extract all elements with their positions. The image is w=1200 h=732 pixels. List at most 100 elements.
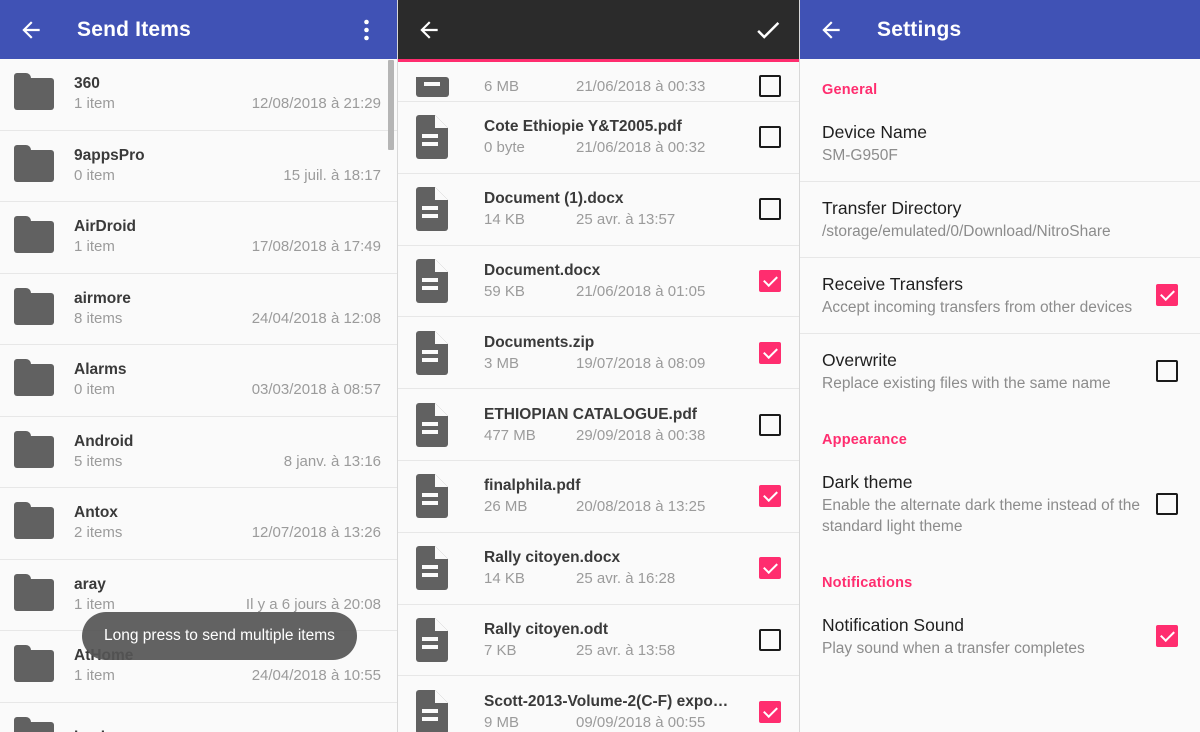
- settings-toggle-checkbox[interactable]: [1156, 360, 1178, 382]
- file-row-meta: 26 MB 20/08/2018 à 13:25: [484, 496, 751, 517]
- file-name: Rally citoyen.docx: [484, 549, 621, 567]
- settings-section-header: Appearance: [822, 432, 908, 448]
- file-select-checkbox[interactable]: [759, 126, 781, 149]
- file-row-body: Rally citoyen.odt 7 KB 25 avr. à 13:58: [484, 619, 759, 661]
- document-icon: [414, 258, 484, 303]
- folder-row-meta: 1 item 17/08/2018 à 17:49: [74, 237, 381, 257]
- file-name: Cote Ethiopie Y&T2005.pdf: [484, 118, 682, 136]
- settings-toggle-checkbox[interactable]: [1156, 492, 1178, 515]
- file-select-checkbox[interactable]: [759, 700, 781, 723]
- file-modified-date: 21/06/2018 à 00:32: [576, 139, 706, 157]
- file-row-body: Document.docx 59 KB 21/06/2018 à 01:05: [484, 260, 759, 302]
- settings-checkbox-wrap: [1156, 284, 1178, 306]
- file-row[interactable]: Document.docx 59 KB 21/06/2018 à 01:05: [398, 245, 799, 318]
- folder-row[interactable]: Alarms 0 item 03/03/2018 à 08:57: [0, 345, 397, 417]
- file-row[interactable]: Rally citoyen.docx 14 KB 25 avr. à 16:28: [398, 532, 799, 605]
- file-name: Document.docx: [484, 261, 601, 279]
- settings-list[interactable]: General Device Name SM-G950F Transfer Direc…: [800, 59, 1200, 732]
- folder-row-body: 360 1 item 12/08/2018 à 21:29: [74, 74, 381, 114]
- folder-item-count: 5 items: [74, 452, 123, 470]
- file-size: 9 MB: [484, 713, 520, 731]
- settings-row-title: Dark theme: [822, 472, 913, 492]
- folder-row[interactable]: backups: [0, 702, 397, 732]
- folder-item-count: 0 item: [74, 381, 115, 399]
- file-size: 14 KB: [484, 570, 525, 588]
- folder-row-meta: 1 item 24/04/2018 à 10:55: [74, 666, 381, 686]
- file-row[interactable]: Rally citoyen.odt 7 KB 25 avr. à 13:58: [398, 604, 799, 677]
- file-select-checkbox[interactable]: [759, 485, 781, 508]
- settings-row[interactable]: Notification Sound Play sound when a tran…: [800, 599, 1200, 674]
- file-row-meta: 477 MB 29/09/2018 à 00:38: [484, 425, 751, 446]
- settings-row[interactable]: Transfer Directory/storage/emulated/0/Do…: [800, 182, 1200, 258]
- file-row-meta: 14 KB 25 avr. à 16:28: [484, 568, 751, 589]
- settings-toggle-checkbox[interactable]: [1156, 284, 1178, 306]
- file-row[interactable]: ETHIOPIAN CATALOGUE.pdf 477 MB 29/09/2018 …: [398, 389, 799, 461]
- folder-row[interactable]: airmore 8 items 24/04/2018 à 12:08: [0, 273, 397, 345]
- settings-row[interactable]: Overwrite Replace existing files with the…: [800, 334, 1200, 409]
- file-list[interactable]: 6 MB 21/06/2018 à 00:33 Cote Ethiopie Y&T2…: [398, 62, 799, 732]
- file-select-checkbox[interactable]: [759, 413, 781, 436]
- settings-row-subtitle: SM-G950F: [822, 147, 898, 164]
- folder-modified-date: 24/04/2018 à 10:55: [251, 667, 381, 685]
- folder-item-count: 1 item: [74, 667, 115, 685]
- back-arrow-icon[interactable]: [814, 13, 848, 47]
- folder-row[interactable]: 9appsPro 0 item 15 juil. à 18:17: [0, 130, 397, 202]
- settings-row[interactable]: Device Name SM-G950F: [800, 106, 1200, 182]
- folder-row[interactable]: AirDroid 1 item 17/08/2018 à 17:49: [0, 202, 397, 274]
- folder-row-body: airmore 8 items 24/04/2018 à 12:08: [74, 289, 381, 329]
- folder-row[interactable]: Antox 2 items 12/07/2018 à 13:26: [0, 488, 397, 560]
- file-select-checkbox[interactable]: [759, 198, 781, 221]
- folder-row[interactable]: Android 5 items 8 janv. à 13:16: [0, 416, 397, 488]
- settings-row-subtitle: Enable the alternate dark theme instead …: [822, 497, 1140, 535]
- file-size: 14 KB: [484, 211, 525, 229]
- folder-row-body: aray 1 item Il y a 6 jours à 20:08: [74, 575, 381, 615]
- settings-screen: Settings General Device Name SM-G950F Trans…: [800, 0, 1200, 732]
- back-arrow-icon[interactable]: [412, 13, 446, 47]
- file-size: 477 MB: [484, 426, 536, 444]
- file-picker-screen: 6 MB 21/06/2018 à 00:33 Cote Ethiopie Y&T2…: [398, 0, 800, 732]
- settings-toggle-checkbox[interactable]: [1156, 625, 1178, 647]
- folder-icon: [14, 287, 74, 325]
- file-select-checkbox[interactable]: [759, 557, 781, 580]
- folder-row[interactable]: 360 1 item 12/08/2018 à 21:29: [0, 59, 397, 131]
- settings-row-title: Notification Sound: [822, 615, 965, 635]
- settings-row[interactable]: Dark theme Enable the alternate dark them…: [800, 456, 1200, 552]
- settings-row-subtitle: Play sound when a transfer completes: [822, 640, 1085, 657]
- settings-row-body: Overwrite Replace existing files with the…: [822, 348, 1156, 394]
- three-screen-composite: Send Items 360 1 item 12/08/2018 à 21:29 9a…: [0, 0, 1200, 732]
- file-row-body: ETHIOPIAN CATALOGUE.pdf 477 MB 29/09/2018 …: [484, 404, 759, 446]
- file-select-checkbox[interactable]: [759, 269, 781, 292]
- file-row[interactable]: Cote Ethiopie Y&T2005.pdf 0 byte 21/06/201…: [398, 102, 799, 174]
- file-size: 6 MB: [484, 78, 520, 95]
- document-icon: [414, 474, 484, 519]
- file-row[interactable]: Scott-2013-Volume-2(C-F) expo… 9 MB 09/09/…: [398, 676, 799, 732]
- more-vertical-icon[interactable]: [349, 13, 383, 47]
- folder-name: 360: [74, 75, 100, 93]
- document-icon: [414, 617, 484, 662]
- file-row[interactable]: finalphila.pdf 26 MB 20/08/2018 à 13:25: [398, 460, 799, 533]
- settings-row[interactable]: Receive Transfers Accept incoming transfe…: [800, 258, 1200, 334]
- check-confirm-icon[interactable]: [751, 13, 785, 47]
- back-arrow-icon[interactable]: [14, 13, 48, 47]
- file-row[interactable]: Documents.zip 3 MB 19/07/2018 à 08:09: [398, 317, 799, 390]
- file-select-checkbox[interactable]: [759, 628, 781, 651]
- send-items-appbar: Send Items: [0, 0, 397, 59]
- list-scrollbar[interactable]: [388, 60, 394, 150]
- folder-item-count: 1 item: [74, 238, 115, 256]
- folder-modified-date: 8 janv. à 13:16: [283, 452, 381, 470]
- folder-icon: [14, 73, 74, 111]
- folder-name: Alarms: [74, 361, 127, 379]
- document-icon: [414, 689, 484, 732]
- toast-message: Long press to send multiple items: [82, 612, 357, 660]
- file-name: ETHIOPIAN CATALOGUE.pdf: [484, 405, 697, 423]
- settings-row-body: Transfer Directory/storage/emulated/0/Do…: [822, 196, 1178, 242]
- folder-row-body: backups: [74, 728, 381, 732]
- folder-modified-date: 03/03/2018 à 08:57: [251, 381, 381, 399]
- file-row[interactable]: Document (1).docx 14 KB 25 avr. à 13:57: [398, 173, 799, 246]
- document-icon: [414, 77, 484, 97]
- file-select-checkbox[interactable]: [759, 75, 781, 97]
- file-row[interactable]: 6 MB 21/06/2018 à 00:33: [398, 62, 799, 102]
- file-modified-date: 29/09/2018 à 00:38: [576, 426, 706, 444]
- folder-icon: [14, 716, 74, 732]
- file-select-checkbox[interactable]: [759, 341, 781, 364]
